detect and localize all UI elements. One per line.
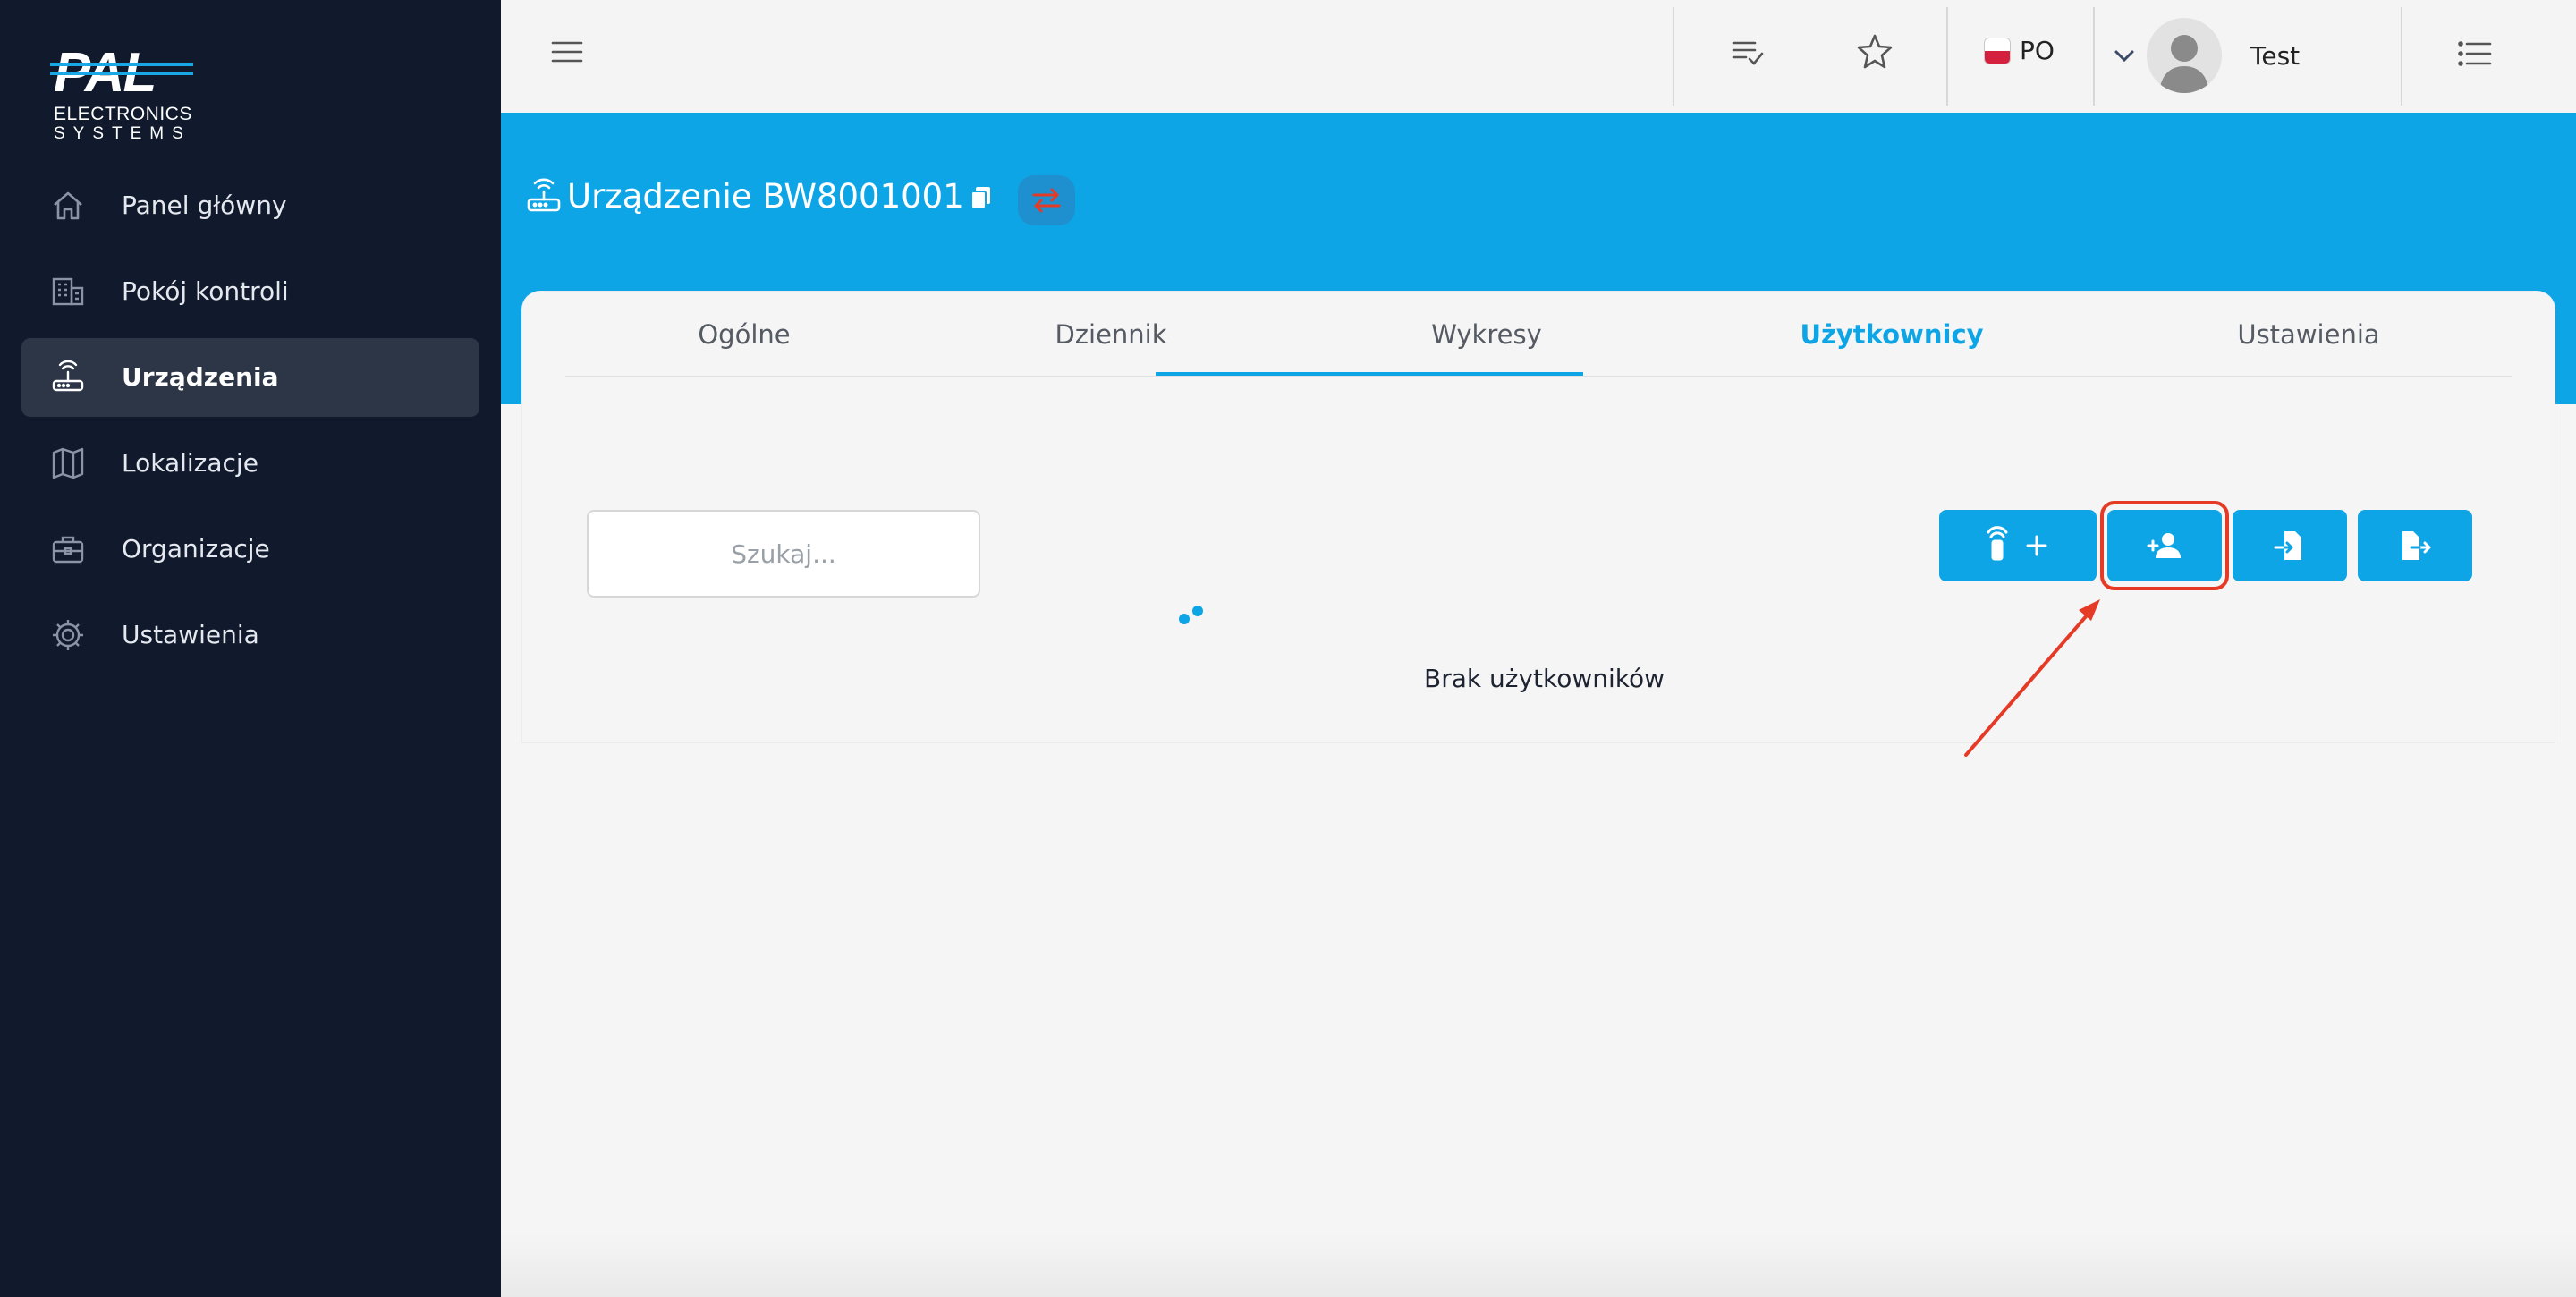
checklist-icon[interactable] [1728, 32, 1767, 72]
sidebar-item-label: Pokój kontroli [122, 276, 289, 306]
sidebar: PAL ELECTRONICS SYSTEMS Panel główny Pok… [0, 0, 501, 1297]
sidebar-item-pokoj-kontroli[interactable]: Pokój kontroli [21, 252, 479, 331]
router-icon [52, 360, 84, 392]
add-remote-button[interactable] [1939, 510, 2097, 581]
star-icon[interactable] [1855, 32, 1894, 72]
sidebar-item-organizacje[interactable]: Organizacje [21, 510, 479, 589]
file-import-icon [2274, 531, 2301, 560]
loading-spinner [1179, 606, 1203, 624]
logo-subtitle-2: SYSTEMS [54, 124, 191, 143]
pal-logo[interactable]: PAL ELECTRONICS SYSTEMS [50, 39, 202, 147]
sidebar-item-label: Organizacje [122, 534, 270, 564]
user-name: Test [2250, 40, 2301, 71]
device-name: Urządzenie BW8001001 [567, 177, 964, 216]
empty-state-message: Brak użytkowników [1424, 664, 1665, 693]
building-icon [52, 277, 84, 306]
tab-dziennik[interactable]: Dziennik [923, 292, 1299, 377]
topbar-divider [2093, 7, 2095, 106]
sidebar-item-label: Ustawienia [122, 620, 259, 649]
topbar: PO Test [501, 0, 2576, 113]
import-button[interactable] [2233, 510, 2347, 581]
topbar-divider [2401, 7, 2402, 106]
topbar-divider [1946, 7, 1948, 106]
logo-subtitle: ELECTRONICS [54, 104, 192, 124]
swap-arrows-icon [1032, 188, 1061, 213]
list-icon[interactable] [2454, 34, 2494, 73]
chevron-down-icon [2114, 50, 2134, 63]
highlight-box [2100, 501, 2229, 590]
tab-ogolne[interactable]: Ogólne [565, 292, 923, 377]
swap-device-button[interactable] [1018, 175, 1075, 225]
language-code: PO [2020, 36, 2055, 65]
language-selector[interactable]: PO [1984, 36, 2055, 65]
bottom-edge [501, 1234, 2576, 1297]
pal-logo-mark: PAL [50, 42, 193, 102]
sidebar-nav: Panel główny Pokój kontroli Urządzenia L… [21, 166, 479, 682]
avatar [2147, 18, 2222, 93]
sidebar-item-urzadzenia[interactable]: Urządzenia [21, 338, 479, 417]
menu-icon[interactable] [549, 34, 585, 70]
topbar-divider [1673, 7, 1674, 106]
router-icon [527, 178, 561, 211]
briefcase-icon [52, 536, 84, 564]
page-title: Urządzenie BW8001001 [526, 177, 964, 216]
tab-uzytkownicy[interactable]: Użytkownicy [1678, 292, 2106, 377]
home-icon [54, 191, 82, 220]
tab-wykresy[interactable]: Wykresy [1299, 292, 1674, 377]
copy-icon[interactable] [968, 184, 995, 211]
search-input[interactable] [587, 510, 980, 598]
annotation-arrow [1964, 599, 2100, 757]
file-export-icon [2402, 531, 2431, 560]
tab-ustawienia[interactable]: Ustawienia [2106, 292, 2512, 377]
user-menu[interactable]: Test [2111, 18, 2300, 93]
remote-plus-icon [1987, 526, 2047, 561]
sidebar-item-label: Urządzenia [122, 362, 279, 392]
export-button[interactable] [2358, 510, 2472, 581]
sidebar-item-label: Lokalizacje [122, 448, 258, 478]
gear-icon [53, 620, 83, 650]
sidebar-item-panel-glowny[interactable]: Panel główny [21, 166, 479, 245]
sidebar-item-label: Panel główny [122, 191, 287, 220]
flag-icon [1984, 37, 2011, 64]
sidebar-item-ustawienia[interactable]: Ustawienia [21, 596, 479, 674]
tab-bar: Ogólne Dziennik Wykresy Użytkownicy Usta… [565, 292, 2512, 377]
active-tab-indicator [1156, 372, 1583, 376]
map-icon [52, 447, 84, 479]
sidebar-item-lokalizacje[interactable]: Lokalizacje [21, 424, 479, 503]
